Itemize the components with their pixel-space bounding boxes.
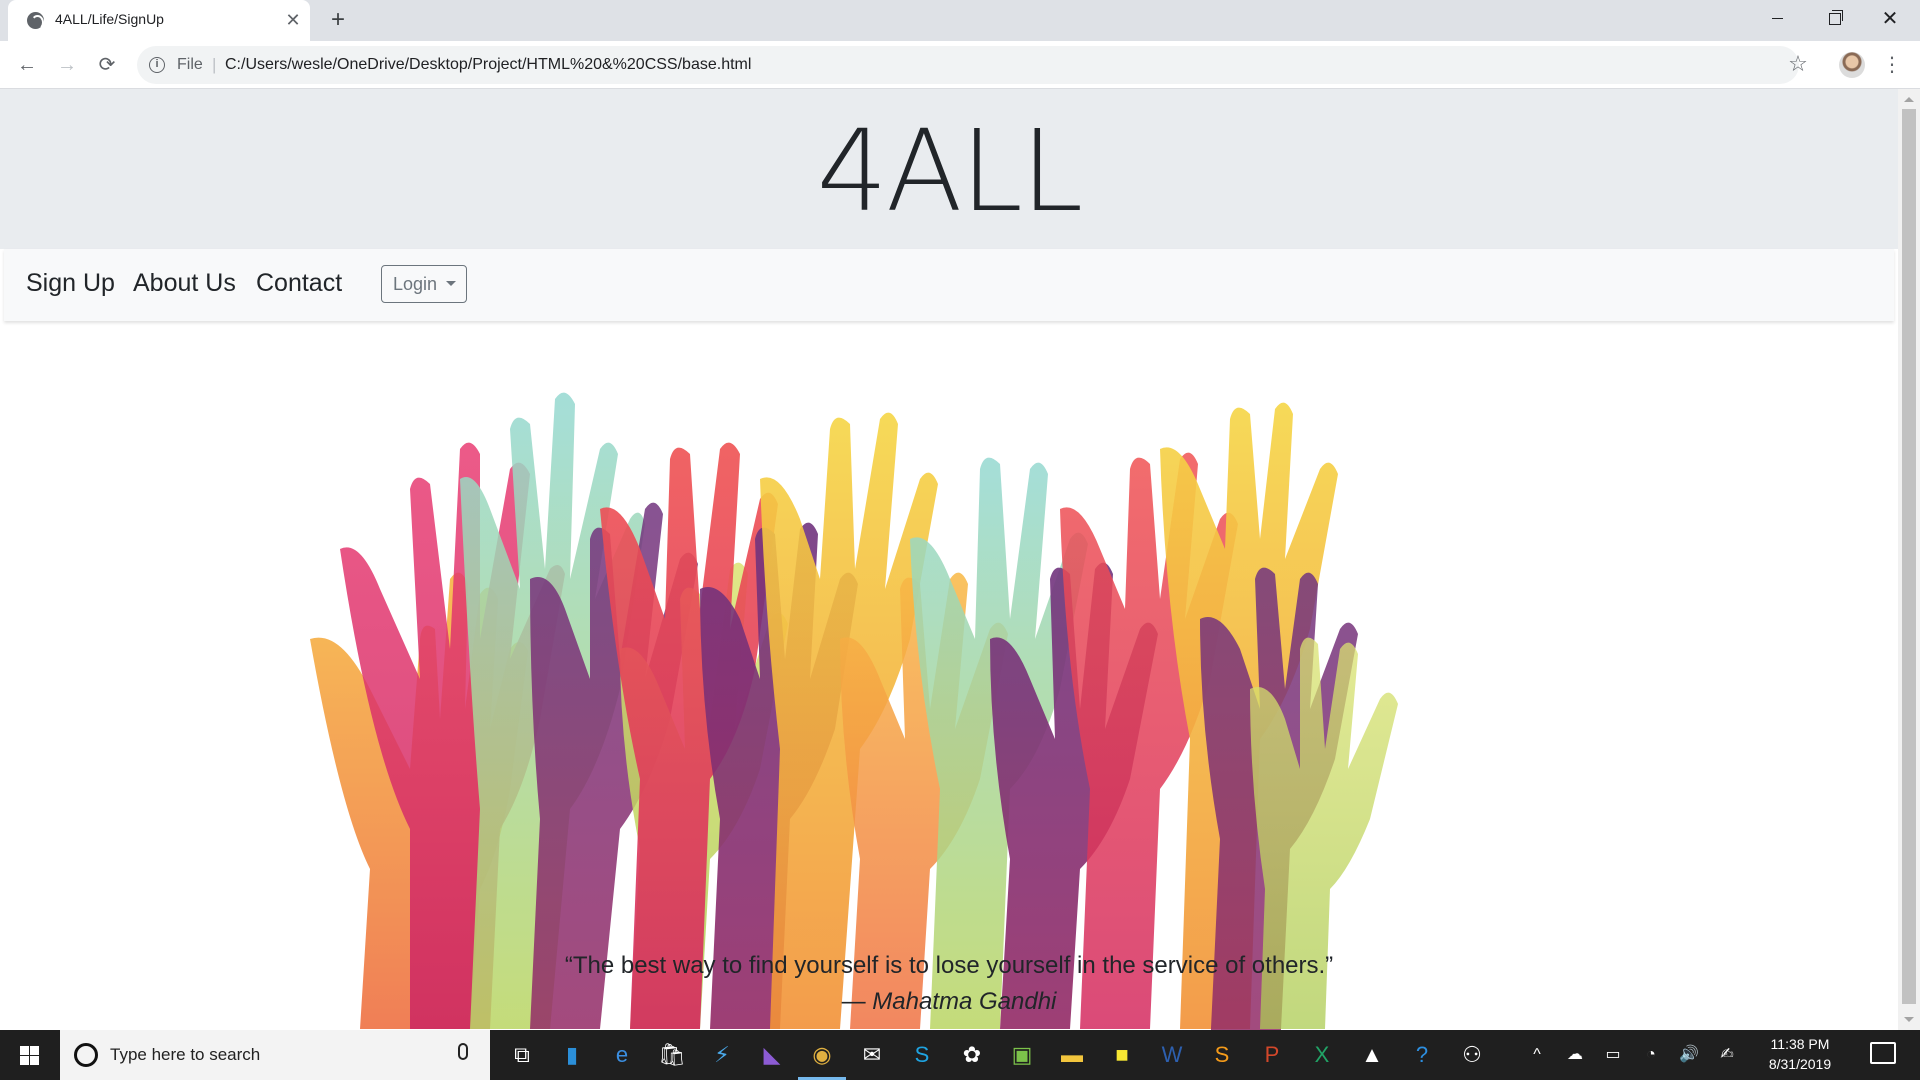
restore-button[interactable] [1806, 0, 1862, 41]
header-jumbotron: 4ALL [0, 89, 1898, 249]
photos-icon[interactable]: ▲ [1356, 1039, 1388, 1071]
window-close-button[interactable]: ✕ [1862, 0, 1918, 41]
people-icon[interactable]: ⚇ [1456, 1039, 1488, 1071]
file-app-icon[interactable]: ▮ [556, 1039, 588, 1071]
profile-avatar[interactable] [1839, 52, 1865, 78]
windows-logo-icon [30, 1056, 39, 1065]
new-tab-button[interactable]: + [324, 6, 352, 34]
url-text[interactable]: C:/Users/wesle/OneDrive/Desktop/Project/… [225, 56, 751, 74]
attribution-name: Mahatma Gandhi [872, 988, 1057, 1015]
sublime-icon[interactable]: S [1206, 1039, 1238, 1071]
start-button[interactable] [0, 1030, 58, 1080]
quote-attribution: — Mahatma Gandhi [0, 988, 1898, 1016]
login-dropdown[interactable]: Login [381, 265, 467, 303]
skype-icon[interactable]: S [906, 1039, 938, 1071]
cloud-icon[interactable]: ☁ [1560, 1030, 1590, 1080]
bookmark-star-icon[interactable]: ☆ [1784, 50, 1812, 78]
battery-icon[interactable]: ▭ [1598, 1030, 1628, 1080]
microphone-icon[interactable] [458, 1043, 468, 1060]
close-icon[interactable]: ✕ [281, 8, 305, 32]
clock-date: 8/31/2019 [1768, 1056, 1832, 1072]
info-icon[interactable]: i [149, 57, 165, 73]
mail-icon[interactable]: ✉ [856, 1039, 888, 1071]
login-label: Login [393, 274, 438, 294]
excel-icon[interactable]: X [1306, 1039, 1338, 1071]
volume-icon[interactable]: 🔊 [1674, 1030, 1704, 1080]
nav-about-link[interactable]: About Us [133, 269, 236, 298]
browser-tab[interactable]: 4ALL/Life/SignUp ✕ [8, 0, 310, 41]
scheme-separator: | [212, 55, 217, 74]
browser-toolbar: ← → ⟳ i File | C:/Users/wesle/OneDrive/D… [0, 41, 1920, 89]
globe-icon [27, 12, 44, 30]
nav-contact-link[interactable]: Contact [256, 269, 342, 298]
nav-signup-link[interactable]: Sign Up [26, 269, 115, 298]
hands-group [310, 392, 1398, 1030]
address-bar[interactable]: i File | C:/Users/wesle/OneDrive/Desktop… [137, 46, 1799, 84]
store-icon[interactable]: 🛍 [656, 1039, 688, 1071]
task-view-icon[interactable]: ⧉ [506, 1039, 538, 1071]
azure-icon[interactable]: ⚡ [706, 1039, 738, 1071]
powerpoint-icon[interactable]: P [1256, 1039, 1288, 1071]
site-navbar: Sign Up About Us Contact Login [4, 249, 1894, 321]
back-button[interactable]: ← [13, 51, 41, 79]
word-icon[interactable]: W [1156, 1039, 1188, 1071]
forward-button[interactable]: → [53, 51, 81, 79]
help-icon[interactable]: ? [1406, 1039, 1438, 1071]
raised-hands-image [310, 392, 1398, 1030]
file-explorer-icon[interactable]: ▬ [1056, 1039, 1088, 1071]
notification-center-icon[interactable] [1870, 1042, 1896, 1064]
chrome-icon[interactable]: ◉ [798, 1039, 846, 1080]
browser-tabstrip: 4ALL/Life/SignUp ✕ + ✕ [0, 0, 1920, 41]
caret-down-icon [446, 281, 456, 286]
photos-edit-icon[interactable]: ▣ [1006, 1039, 1038, 1071]
quote-text: “The best way to find yourself is to los… [564, 952, 1334, 979]
visual-studio-icon[interactable]: ◣ [756, 1039, 788, 1071]
scheme-label: File [177, 56, 203, 73]
taskbar-clock[interactable]: 11:38 PM 8/31/2019 [1750, 1034, 1850, 1074]
pen-icon[interactable]: ✍ [1712, 1030, 1742, 1080]
wifi-icon[interactable]: ◔ [1636, 1030, 1666, 1080]
search-placeholder: Type here to search [110, 1045, 261, 1064]
scroll-down-arrow-icon[interactable] [1904, 1017, 1914, 1022]
browser-menu-icon[interactable]: ⋮ [1878, 51, 1906, 79]
windows-taskbar: Type here to search ⧉ ▮ e 🛍 ⚡ ◣ ◉ ✉ S ✿ ▣ ▬ ■ W S P X ▲? ⚇… [0, 1030, 1920, 1080]
page-viewport: 4ALL Sign Up About Us Contact Login “The… [0, 89, 1898, 1030]
page-scrollbar[interactable] [1898, 89, 1920, 1030]
attribution-dash: — [841, 988, 873, 1015]
brand-title: 4ALL [816, 107, 1084, 237]
reload-button[interactable]: ⟳ [93, 51, 121, 79]
tab-title: 4ALL/Life/SignUp [55, 11, 164, 27]
minimize-button[interactable] [1750, 0, 1806, 41]
taskbar-search[interactable]: Type here to search [60, 1030, 490, 1080]
windows-logo-icon [30, 1046, 39, 1055]
sticky-notes-icon[interactable]: ■ [1106, 1039, 1138, 1071]
scroll-up-arrow-icon[interactable] [1904, 97, 1914, 102]
paint-icon[interactable]: ✿ [956, 1039, 988, 1071]
cortana-icon [74, 1043, 98, 1067]
clock-time: 11:38 PM [1770, 1036, 1830, 1052]
show-hidden-icons-icon[interactable]: ^ [1522, 1030, 1552, 1080]
edge-icon[interactable]: e [606, 1039, 638, 1071]
windows-logo-icon [20, 1056, 29, 1065]
windows-logo-icon [20, 1046, 29, 1055]
scrollbar-thumb[interactable] [1902, 109, 1916, 1004]
